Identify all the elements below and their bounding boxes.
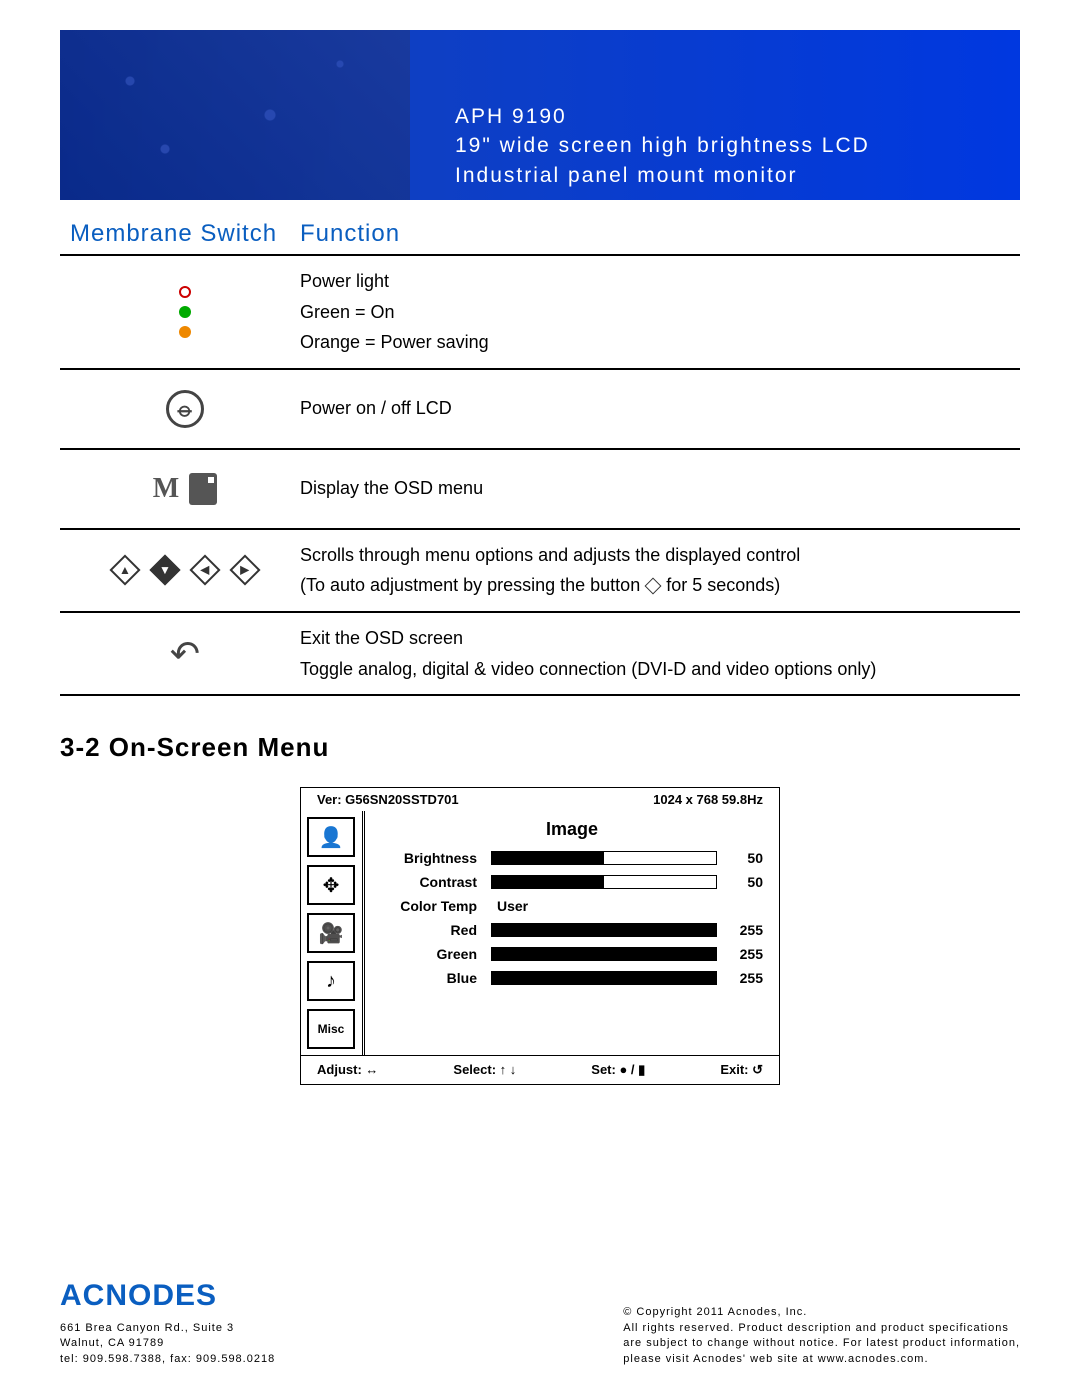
footer-legal-1: All rights reserved. Product description… xyxy=(623,1321,1020,1336)
osd-item-label: Brightness xyxy=(381,850,491,866)
func-text: (To auto adjustment by pressing the butt… xyxy=(300,570,1020,601)
section-title: 3-2 On-Screen Menu xyxy=(60,732,1020,763)
osd-side-tabs: 👤 ✥ 🎥 ♪ Misc xyxy=(301,811,365,1055)
footer-legal-3: please visit Acnodes' web site at www.ac… xyxy=(623,1352,1020,1367)
osd-tab-position-icon[interactable]: ✥ xyxy=(307,865,355,905)
osd-tab-image-icon[interactable]: 👤 xyxy=(307,817,355,857)
inline-diamond-icon xyxy=(645,577,662,594)
footer-tel: tel: 909.598.7388, fax: 909.598.0218 xyxy=(60,1352,275,1367)
osd-item-bar[interactable] xyxy=(491,947,717,961)
product-line3: Industrial panel mount monitor xyxy=(455,161,870,190)
osd-hint-exit: Exit: ↺ xyxy=(720,1062,763,1078)
osd-item-label: Color Temp xyxy=(381,898,491,914)
banner-text: APH 9190 19" wide screen high brightness… xyxy=(455,102,870,190)
osd-hint-adjust: Adjust: ↔ xyxy=(317,1062,378,1078)
func-text: Power light xyxy=(300,266,1020,297)
osd-item-label: Red xyxy=(381,922,491,938)
osd-item-row[interactable]: Blue 255 xyxy=(381,970,763,986)
osd-item-row[interactable]: Brightness 50 xyxy=(381,850,763,866)
left-diamond-icon: ◀ xyxy=(189,555,220,586)
func-text: Power on / off LCD xyxy=(300,393,1020,424)
osd-tab-video-icon[interactable]: 🎥 xyxy=(307,913,355,953)
product-line2: 19" wide screen high brightness LCD xyxy=(455,131,870,160)
osd-tab-audio-icon[interactable]: ♪ xyxy=(307,961,355,1001)
banner-graphic xyxy=(60,30,410,200)
osd-resolution: 1024 x 768 59.8Hz xyxy=(653,792,763,807)
func-text: Green = On xyxy=(300,297,1020,328)
footer-legal-2: are subject to change without notice. Fo… xyxy=(623,1336,1020,1351)
table-header-switch: Membrane Switch xyxy=(60,220,300,248)
down-diamond-icon: ▼ xyxy=(149,555,180,586)
company-logo: ACNODES xyxy=(60,1275,275,1317)
osd-item-bar[interactable] xyxy=(491,851,717,865)
power-led-orange-icon xyxy=(179,326,191,338)
power-button-icon: ⦵ xyxy=(166,390,204,428)
osd-item-label: Green xyxy=(381,946,491,962)
table-row: ▲ ▼ ◀ ▶ Scrolls through menu options and… xyxy=(60,530,1020,613)
table-header-function: Function xyxy=(300,220,1020,248)
osd-hint-select: Select: ↑ ↓ xyxy=(453,1062,516,1078)
func-text: Exit the OSD screen xyxy=(300,623,1020,654)
table-row: M Display the OSD menu xyxy=(60,450,1020,530)
header-banner: APH 9190 19" wide screen high brightness… xyxy=(60,30,1020,200)
osd-main-title: Image xyxy=(381,819,763,840)
osd-item-label: Blue xyxy=(381,970,491,986)
func-text: Toggle analog, digital & video connectio… xyxy=(300,654,1020,685)
osd-item-label: Contrast xyxy=(381,874,491,890)
up-diamond-icon: ▲ xyxy=(109,555,140,586)
product-model: APH 9190 xyxy=(455,102,870,131)
power-led-ring-icon xyxy=(179,286,191,298)
osd-item-bar[interactable] xyxy=(491,875,717,889)
switch-function-table: Membrane Switch Function Power light Gre… xyxy=(60,220,1020,696)
osd-item-bar[interactable] xyxy=(491,971,717,985)
footer: ACNODES 661 Brea Canyon Rd., Suite 3 Wal… xyxy=(60,1275,1020,1367)
table-row: ↶ Exit the OSD screen Toggle analog, dig… xyxy=(60,613,1020,696)
menu-m-icon: M xyxy=(153,473,179,505)
footer-address-2: Walnut, CA 91789 xyxy=(60,1336,275,1351)
osd-item-text-value: User xyxy=(491,898,763,914)
osd-item-row[interactable]: Color TempUser xyxy=(381,898,763,914)
table-row: ⦵ Power on / off LCD xyxy=(60,370,1020,450)
osd-item-value: 255 xyxy=(717,970,763,986)
osd-item-row[interactable]: Green 255 xyxy=(381,946,763,962)
osd-item-bar[interactable] xyxy=(491,923,717,937)
menu-box-icon xyxy=(189,473,217,505)
power-led-green-icon xyxy=(179,306,191,318)
osd-item-row[interactable]: Contrast 50 xyxy=(381,874,763,890)
osd-item-value: 255 xyxy=(717,946,763,962)
return-icon: ↶ xyxy=(170,633,200,675)
osd-item-value: 50 xyxy=(717,874,763,890)
osd-version: Ver: G56SN20SSTD701 xyxy=(317,792,459,807)
osd-hint-set: Set: ● / ▮ xyxy=(591,1062,645,1078)
func-text: Orange = Power saving xyxy=(300,327,1020,358)
table-row: Power light Green = On Orange = Power sa… xyxy=(60,256,1020,370)
osd-item-value: 255 xyxy=(717,922,763,938)
func-text: Scrolls through menu options and adjusts… xyxy=(300,540,1020,571)
footer-copyright: © Copyright 2011 Acnodes, Inc. xyxy=(623,1305,1020,1320)
right-diamond-icon: ▶ xyxy=(229,555,260,586)
func-text: Display the OSD menu xyxy=(300,473,1020,504)
footer-address-1: 661 Brea Canyon Rd., Suite 3 xyxy=(60,1321,275,1336)
osd-panel: Ver: G56SN20SSTD701 1024 x 768 59.8Hz 👤 … xyxy=(300,787,780,1085)
osd-item-value: 50 xyxy=(717,850,763,866)
osd-item-row[interactable]: Red 255 xyxy=(381,922,763,938)
osd-tab-misc-icon[interactable]: Misc xyxy=(307,1009,355,1049)
